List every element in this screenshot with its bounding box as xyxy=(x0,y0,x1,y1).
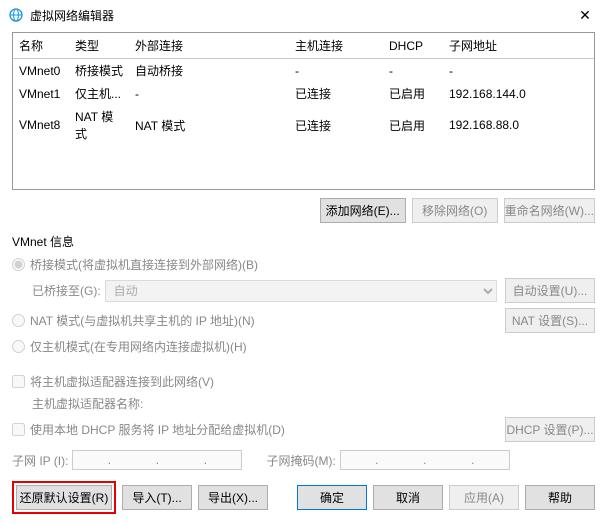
subnet-mask-label: 子网掩码(M): xyxy=(266,452,335,469)
cell: 已启用 xyxy=(383,82,443,105)
subnet-mask-input: ... xyxy=(340,450,510,470)
cell: VMnet0 xyxy=(13,59,69,83)
help-button[interactable]: 帮助 xyxy=(525,485,595,510)
add-network-button[interactable]: 添加网络(E)... xyxy=(320,198,406,223)
bridge-to-label: 已桥接至(G): xyxy=(32,282,101,299)
nat-settings-button: NAT 设置(S)... xyxy=(505,308,595,333)
cell: 已连接 xyxy=(289,82,383,105)
col-ext[interactable]: 外部连接 xyxy=(129,33,289,59)
col-type[interactable]: 类型 xyxy=(69,33,129,59)
host-adapter-check xyxy=(12,375,25,388)
col-host[interactable]: 主机连接 xyxy=(289,33,383,59)
bottom-button-bar: 还原默认设置(R) 导入(T)... 导出(X)... 确定 取消 应用(A) … xyxy=(0,481,607,524)
col-subnet[interactable]: 子网地址 xyxy=(443,33,594,59)
cell: - xyxy=(289,59,383,83)
remove-network-button: 移除网络(O) xyxy=(412,198,498,223)
col-name[interactable]: 名称 xyxy=(13,33,69,59)
title-bar: 虚拟网络编辑器 ✕ xyxy=(0,0,607,30)
hostonly-mode-radio xyxy=(12,340,25,353)
cell: 自动桥接 xyxy=(129,59,289,83)
host-adapter-label: 将主机虚拟适配器连接到此网络(V) xyxy=(30,373,214,390)
cell: VMnet1 xyxy=(13,82,69,105)
ok-button[interactable]: 确定 xyxy=(297,485,367,510)
network-table[interactable]: 名称 类型 外部连接 主机连接 DHCP 子网地址 VMnet0 桥接模式 自动… xyxy=(12,32,595,190)
cell: NAT 模式 xyxy=(69,105,129,145)
nat-mode-radio xyxy=(12,314,25,327)
dhcp-check xyxy=(12,423,25,436)
app-icon xyxy=(8,7,24,23)
host-adapter-name-label: 主机虚拟适配器名称: xyxy=(32,395,143,412)
cell: 192.168.144.0 xyxy=(443,82,594,105)
close-icon[interactable]: ✕ xyxy=(571,7,599,24)
cell: 已连接 xyxy=(289,105,383,145)
nat-mode-label: NAT 模式(与虚拟机共享主机的 IP 地址)(N) xyxy=(30,312,255,329)
cell: VMnet8 xyxy=(13,105,69,145)
table-row[interactable]: VMnet8 NAT 模式 NAT 模式 已连接 已启用 192.168.88.… xyxy=(13,105,594,145)
vmnet-info-label: VMnet 信息 xyxy=(12,233,595,250)
dhcp-settings-button: DHCP 设置(P)... xyxy=(505,417,595,442)
col-dhcp[interactable]: DHCP xyxy=(383,33,443,59)
cell: - xyxy=(129,82,289,105)
apply-button: 应用(A) xyxy=(449,485,519,510)
hostonly-mode-label: 仅主机模式(在专用网络内连接虚拟机)(H) xyxy=(30,338,247,355)
export-button[interactable]: 导出(X)... xyxy=(198,485,268,510)
window-title: 虚拟网络编辑器 xyxy=(30,7,571,24)
subnet-ip-input: ... xyxy=(72,450,242,470)
subnet-ip-label: 子网 IP (I): xyxy=(12,452,68,469)
cell: 仅主机... xyxy=(69,82,129,105)
bridge-mode-label: 桥接模式(将虚拟机直接连接到外部网络)(B) xyxy=(30,256,258,273)
cell: - xyxy=(383,59,443,83)
restore-defaults-button[interactable]: 还原默认设置(R) xyxy=(16,485,112,510)
table-row[interactable]: VMnet0 桥接模式 自动桥接 - - - xyxy=(13,59,594,83)
cell: 已启用 xyxy=(383,105,443,145)
cell: NAT 模式 xyxy=(129,105,289,145)
cell: 桥接模式 xyxy=(69,59,129,83)
cancel-button[interactable]: 取消 xyxy=(373,485,443,510)
cell: - xyxy=(443,59,594,83)
bridge-mode-radio xyxy=(12,258,25,271)
bridge-to-select: 自动 xyxy=(105,280,497,302)
auto-settings-button: 自动设置(U)... xyxy=(505,278,595,303)
rename-network-button: 重命名网络(W)... xyxy=(504,198,595,223)
dhcp-check-label: 使用本地 DHCP 服务将 IP 地址分配给虚拟机(D) xyxy=(30,421,285,438)
import-button[interactable]: 导入(T)... xyxy=(122,485,192,510)
table-row[interactable]: VMnet1 仅主机... - 已连接 已启用 192.168.144.0 xyxy=(13,82,594,105)
restore-highlight: 还原默认设置(R) xyxy=(12,481,116,514)
cell: 192.168.88.0 xyxy=(443,105,594,145)
